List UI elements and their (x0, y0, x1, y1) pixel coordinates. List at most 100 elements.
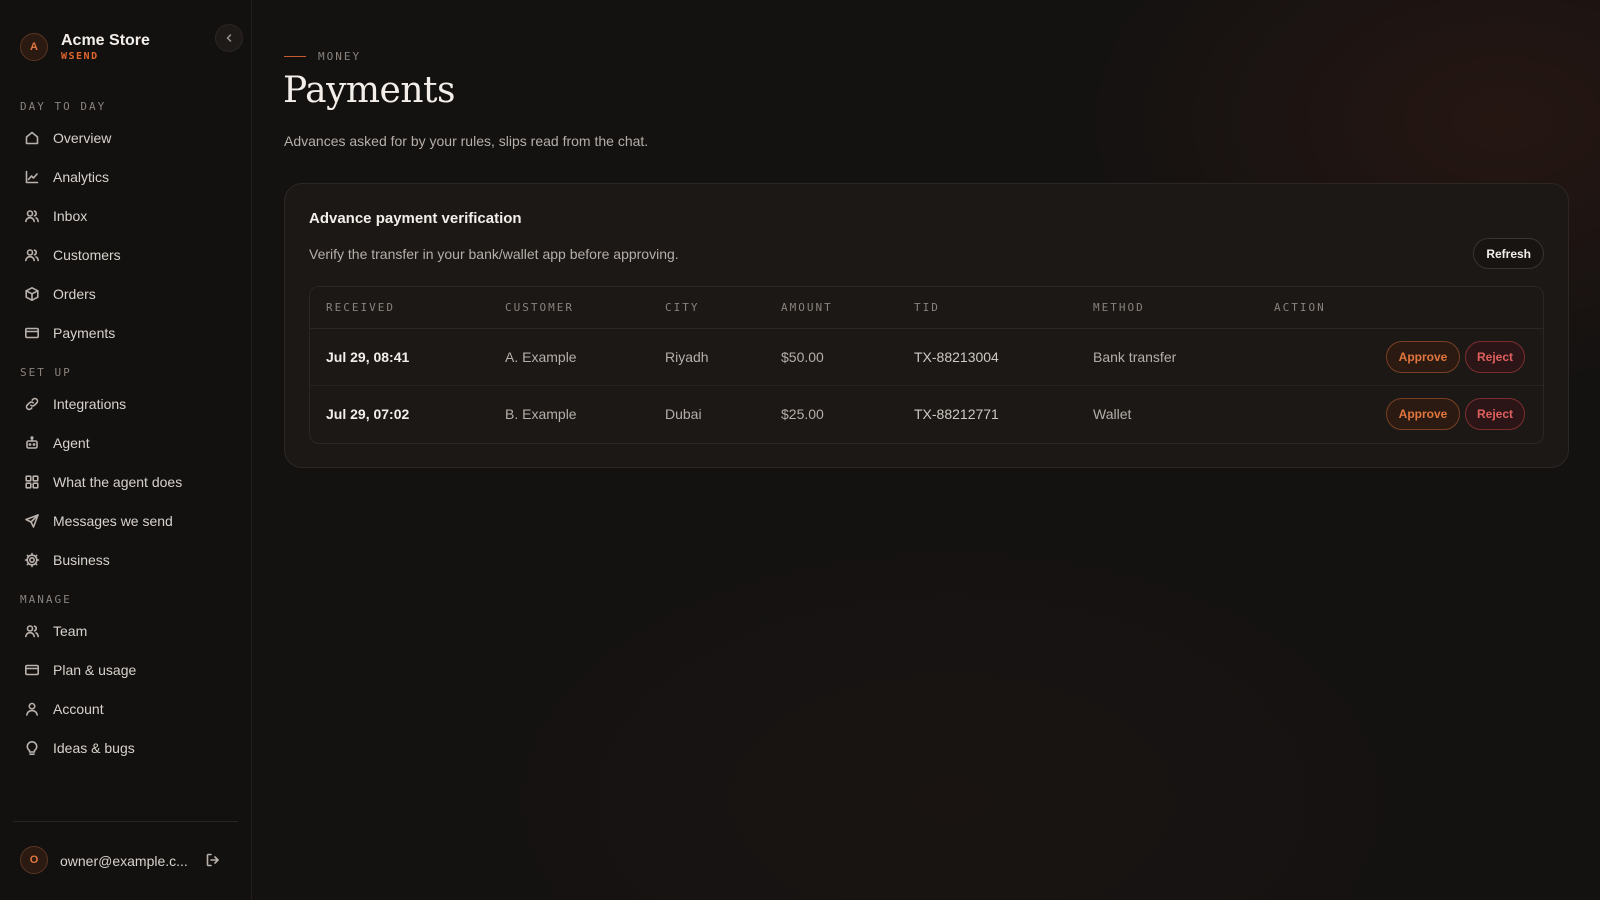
sidebar-item-label: Integrations (53, 395, 127, 412)
sidebar-item-team[interactable]: Team (0, 611, 251, 650)
sidebar-item-label: Orders (53, 285, 96, 302)
sidebar-item-label: Account (53, 700, 104, 717)
sidebar-item-label: Payments (53, 324, 116, 341)
product-name: WSEND (61, 51, 99, 62)
cell-method: Bank transfer (1093, 349, 1177, 365)
nav-section: MANAGE Team Plan & usage Account Ideas & bug… (0, 589, 251, 767)
sidebar-user-section: O owner@example.c... (13, 821, 238, 874)
sidebar-item-inbox[interactable]: Inbox (0, 196, 251, 235)
sidebar-item-label: Team (53, 622, 88, 639)
sidebar-item-label: Business (53, 551, 110, 568)
user-email: owner@example.c... (60, 853, 188, 869)
column-header-amount[interactable]: AMOUNT (781, 287, 833, 329)
bot-icon (24, 435, 40, 451)
sidebar-item-orders[interactable]: Orders (0, 274, 251, 313)
sidebar-item-integrations[interactable]: Integrations (0, 384, 251, 423)
sidebar-item-payments[interactable]: Payments (0, 313, 251, 352)
cell-city: Riyadh (665, 349, 709, 365)
sidebar-item-business[interactable]: Business (0, 540, 251, 579)
logout-button[interactable] (205, 852, 223, 870)
box-icon (24, 286, 40, 302)
cell-method: Wallet (1093, 406, 1132, 422)
sidebar-item-label: Ideas & bugs (53, 739, 135, 756)
logout-icon (206, 853, 219, 867)
sidebar-item-label: Analytics (53, 168, 110, 185)
cell-customer: B. Example (505, 406, 577, 422)
user-icon (24, 701, 40, 717)
sidebar-item-label: Plan & usage (53, 661, 137, 678)
sidebar-item-account[interactable]: Account (0, 689, 251, 728)
sidebar-item-agent[interactable]: Agent (0, 423, 251, 462)
cell-amount: $50.00 (781, 349, 824, 365)
table-row: Jul 29, 08:41 A. Example Riyadh $50.00 T… (310, 329, 1543, 386)
users-icon (24, 623, 40, 639)
app-window: A Acme Store WSEND DAY TO DAY Overview Ana… (0, 0, 1600, 900)
sidebar-item-label: Customers (53, 246, 121, 263)
reject-button[interactable]: Reject (1465, 341, 1525, 373)
column-header-received[interactable]: RECEIVED (326, 287, 395, 329)
card-description: Verify the transfer in your bank/wallet … (309, 246, 679, 262)
cell-amount: $25.00 (781, 406, 824, 422)
sidebar-item-plan-and-usage[interactable]: Plan & usage (0, 650, 251, 689)
sidebar: A Acme Store WSEND DAY TO DAY Overview Ana… (0, 0, 252, 900)
lightbulb-icon (24, 740, 40, 756)
store-avatar[interactable]: A (20, 33, 48, 61)
sidebar-item-label: What the agent does (53, 473, 183, 490)
sidebar-item-label: Inbox (53, 207, 88, 224)
nav-section: DAY TO DAY Overview Analytics Inbox Customer… (0, 96, 251, 352)
cell-received: Jul 29, 08:41 (326, 349, 410, 365)
eyebrow-divider (284, 56, 306, 57)
sidebar-item-label: Overview (53, 129, 112, 146)
user-avatar[interactable]: O (20, 846, 48, 874)
users-icon (24, 208, 40, 224)
main-content: MONEY Payments Advances asked for by you… (252, 0, 1600, 900)
brand-header: A Acme Store WSEND (0, 0, 251, 96)
table-header: RECEIVED CUSTOMER CITY AMOUNT TID METHOD… (310, 287, 1543, 329)
sidebar-item-analytics[interactable]: Analytics (0, 157, 251, 196)
eyebrow-label: MONEY (318, 50, 362, 63)
page-subtitle: Advances asked for by your rules, slips … (284, 133, 649, 149)
send-icon (24, 513, 40, 529)
cell-tid: TX-88213004 (914, 349, 999, 365)
cell-tid: TX-88212771 (914, 406, 999, 422)
sidebar-item-ideas-and-bugs[interactable]: Ideas & bugs (0, 728, 251, 767)
refresh-button[interactable]: Refresh (1473, 238, 1544, 269)
users-icon (24, 247, 40, 263)
credit-card-icon (24, 325, 40, 341)
sidebar-item-customers[interactable]: Customers (0, 235, 251, 274)
cell-received: Jul 29, 07:02 (326, 406, 410, 422)
column-header-city[interactable]: CITY (665, 287, 700, 329)
sidebar-item-overview[interactable]: Overview (0, 118, 251, 157)
grid-icon (24, 474, 40, 490)
column-header-tid[interactable]: TID (914, 287, 940, 329)
nav-section-label: DAY TO DAY (20, 100, 107, 113)
nav-section-label: SET UP (20, 366, 72, 379)
sidebar-item-what-the-agent-does[interactable]: What the agent does (0, 462, 251, 501)
cell-city: Dubai (665, 406, 702, 422)
nav-section: SET UP Integrations Agent What the agent do… (0, 362, 251, 579)
payments-table: RECEIVED CUSTOMER CITY AMOUNT TID METHOD… (309, 286, 1544, 444)
gear-icon (24, 552, 40, 568)
chevron-left-icon (226, 34, 232, 42)
card-title: Advance payment verification (309, 210, 522, 227)
section-eyebrow: MONEY (284, 50, 361, 63)
reject-button[interactable]: Reject (1465, 398, 1525, 430)
store-name: Acme Store (61, 32, 150, 49)
approve-button[interactable]: Approve (1386, 398, 1460, 430)
collapse-sidebar-button[interactable] (215, 24, 243, 52)
link-icon (24, 396, 40, 412)
column-header-action: ACTION (1274, 301, 1326, 314)
column-header-method[interactable]: METHOD (1093, 287, 1145, 329)
home-icon (24, 130, 40, 146)
sidebar-item-label: Messages we send (53, 512, 173, 529)
credit-card-icon (24, 662, 40, 678)
sidebar-nav: DAY TO DAY Overview Analytics Inbox Customer… (0, 96, 251, 777)
page-title: Payments (283, 70, 455, 111)
column-header-customer[interactable]: CUSTOMER (505, 287, 574, 329)
cell-customer: A. Example (505, 349, 577, 365)
sidebar-item-messages-we-send[interactable]: Messages we send (0, 501, 251, 540)
approve-button[interactable]: Approve (1386, 341, 1460, 373)
chart-line-icon (24, 169, 40, 185)
table-row: Jul 29, 07:02 B. Example Dubai $25.00 TX… (310, 386, 1543, 443)
nav-section-label: MANAGE (20, 593, 72, 606)
